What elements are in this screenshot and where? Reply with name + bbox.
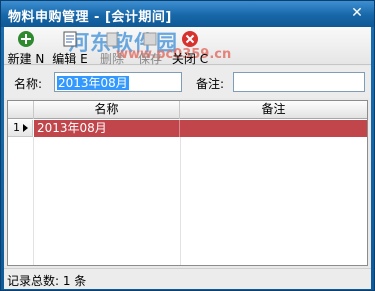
add-icon: [18, 31, 34, 47]
row-indicator: 1: [8, 120, 33, 137]
delete-button[interactable]: 删除: [94, 29, 130, 66]
column-divider: [33, 137, 34, 265]
row-number: 1: [13, 121, 20, 134]
edit-button-label: 编辑 E: [52, 52, 88, 66]
grid-header: 名称 备注: [8, 101, 367, 119]
table-row[interactable]: 1 2013年08月: [8, 120, 367, 137]
note-field-label: 备注:: [196, 77, 225, 91]
delete-button-label: 删除: [99, 52, 124, 66]
data-grid[interactable]: 名称 备注 1 2013年08月: [7, 100, 368, 266]
column-header-name[interactable]: 名称: [34, 101, 180, 119]
save-icon: [143, 32, 157, 46]
client-area: 河东软件园 www.pc0359.cn 新建 N 编辑 E 删除 保存 关闭 C…: [4, 27, 371, 289]
window-title: 物料申购管理 - [会计期间]: [8, 10, 172, 25]
status-bar: 记录总数: 1 条: [4, 268, 371, 289]
window-close-button[interactable]: ✕: [349, 5, 365, 21]
new-button[interactable]: 新建 N: [6, 29, 46, 66]
title-bar[interactable]: 物料申购管理 - [会计期间] ✕: [1, 1, 374, 27]
delete-icon: [106, 32, 118, 47]
new-button-label: 新建 N: [7, 52, 45, 66]
column-header-note[interactable]: 备注: [180, 101, 367, 119]
close-button-label: 关闭 C: [171, 52, 209, 66]
current-row-arrow-icon: [23, 124, 28, 132]
filter-row: 名称: 2013年08月 备注:: [4, 66, 371, 98]
edit-icon: [63, 31, 77, 47]
app-window: 物料申购管理 - [会计期间] ✕ 河东软件园 www.pc0359.cn 新建…: [0, 0, 375, 291]
cell-name[interactable]: 2013年08月: [34, 120, 180, 137]
save-button-label: 保存: [137, 52, 162, 66]
row-indicator-header: [8, 101, 34, 119]
record-count: 记录总数: 1 条: [7, 274, 87, 288]
edit-button[interactable]: 编辑 E: [50, 29, 90, 66]
name-field-label: 名称:: [14, 77, 43, 91]
note-field[interactable]: [233, 72, 365, 92]
name-field[interactable]: 2013年08月: [54, 72, 182, 92]
column-divider: [180, 137, 181, 265]
close-icon: [182, 31, 198, 47]
toolbar: 河东软件园 www.pc0359.cn 新建 N 编辑 E 删除 保存 关闭 C: [4, 27, 371, 66]
save-button[interactable]: 保存: [132, 29, 168, 66]
close-button[interactable]: 关闭 C: [170, 29, 210, 66]
cell-note[interactable]: [180, 120, 367, 137]
name-field-value: 2013年08月: [57, 76, 129, 90]
